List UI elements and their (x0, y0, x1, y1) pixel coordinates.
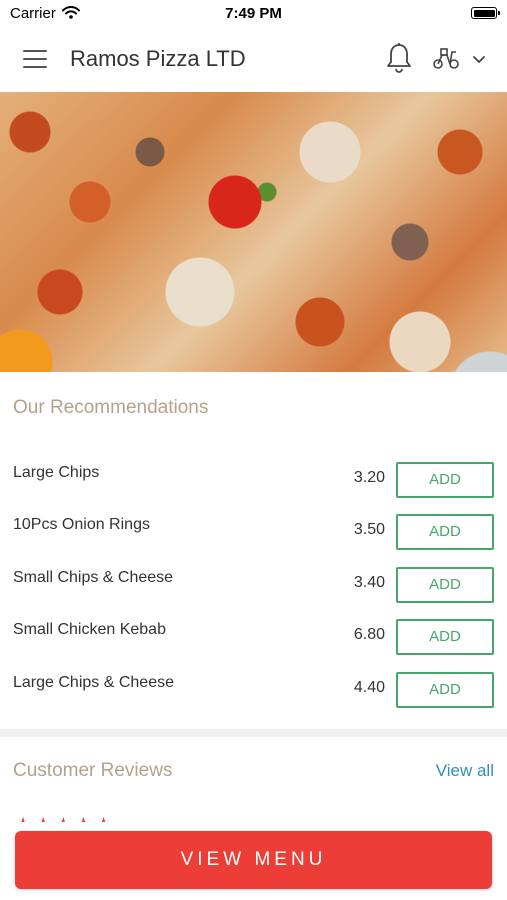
item-name: Large Chips & Cheese (13, 674, 174, 691)
item-price: 3.40 (353, 574, 385, 591)
add-button[interactable]: ADD (396, 514, 494, 550)
hamburger-menu-icon[interactable] (23, 50, 47, 68)
list-item: Small Chicken Kebab 6.80 ADD (0, 619, 507, 671)
add-button[interactable]: ADD (396, 619, 494, 655)
item-name: Small Chips & Cheese (13, 569, 174, 586)
rating-stars: ★★★★★ (15, 812, 116, 822)
hero-pizza-image (0, 92, 507, 372)
item-name: Large Chips (13, 464, 100, 481)
chevron-down-icon[interactable] (472, 52, 486, 70)
page-title: Ramos Pizza LTD (70, 46, 246, 71)
bell-icon[interactable] (386, 42, 412, 79)
item-price: 3.20 (353, 469, 385, 486)
reviews-title: Customer Reviews (13, 760, 173, 781)
section-divider (0, 729, 507, 737)
view-all-link[interactable]: View all (436, 761, 494, 781)
scooter-icon[interactable] (432, 46, 460, 75)
list-item: Large Chips & Cheese 4.40 ADD (0, 672, 507, 724)
item-name: 10Pcs Onion Rings (13, 516, 150, 533)
add-button[interactable]: ADD (396, 672, 494, 708)
list-item: 10Pcs Onion Rings 3.50 ADD (0, 514, 507, 566)
add-button[interactable]: ADD (396, 462, 494, 498)
status-time: 7:49 PM (225, 5, 282, 22)
list-item: Large Chips 3.20 ADD (0, 462, 507, 514)
app-header: Ramos Pizza LTD (0, 28, 507, 92)
status-bar: Carrier 7:49 PM (0, 0, 507, 28)
list-item: Small Chips & Cheese 3.40 ADD (0, 567, 507, 619)
item-price: 6.80 (353, 626, 385, 643)
view-menu-button[interactable]: VIEW MENU (15, 831, 492, 889)
item-price: 4.40 (353, 679, 385, 696)
recommendations-title: Our Recommendations (13, 397, 209, 418)
item-price: 3.50 (353, 521, 385, 538)
item-name: Small Chicken Kebab (13, 621, 166, 638)
add-button[interactable]: ADD (396, 567, 494, 603)
battery-icon (471, 7, 500, 19)
